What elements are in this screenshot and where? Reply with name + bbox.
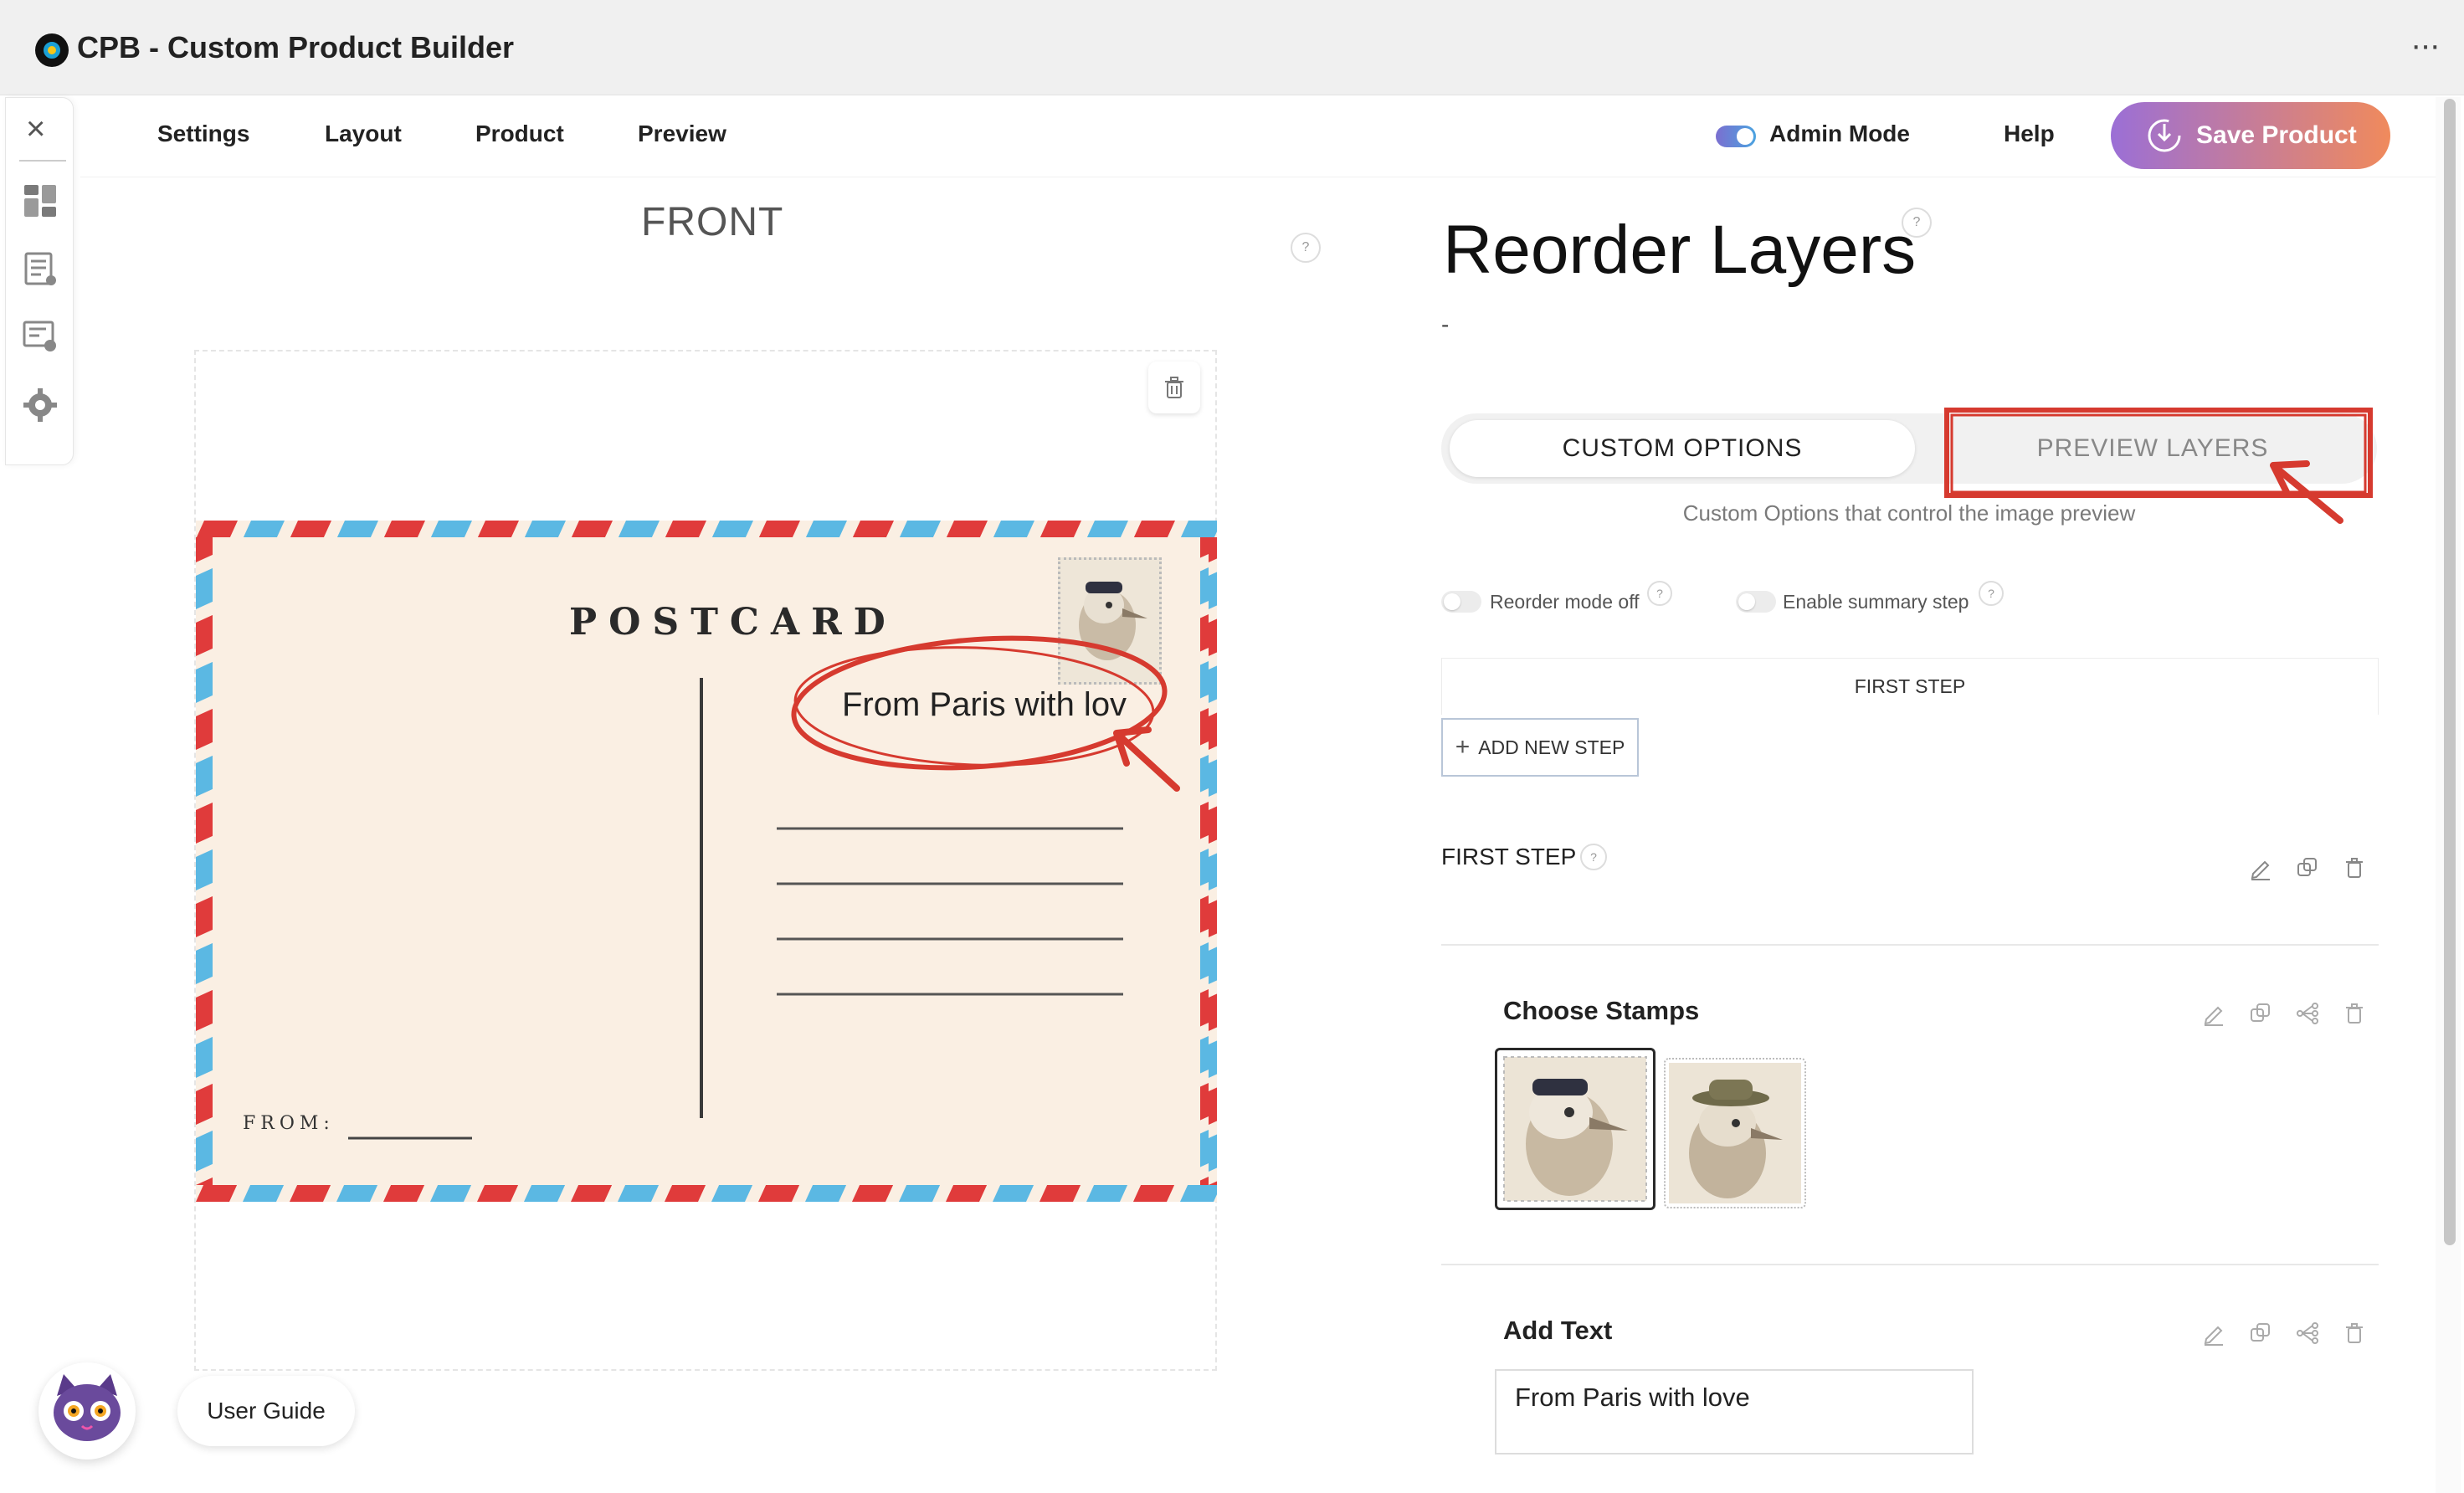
trash-icon — [1165, 377, 1183, 398]
edit-icon[interactable] — [2201, 1321, 2226, 1346]
section-divider — [1441, 944, 2379, 946]
help-icon[interactable]: ? — [1580, 844, 1607, 870]
scrollbar-thumb[interactable] — [2444, 99, 2456, 1245]
section-divider — [1441, 1264, 2379, 1265]
admin-mode-toggle[interactable] — [1716, 126, 1756, 147]
duplicate-icon[interactable] — [2248, 1321, 2273, 1346]
dashboard-icon[interactable] — [21, 182, 59, 220]
tab-custom-options[interactable]: CUSTOM OPTIONS — [1450, 420, 1915, 477]
tab-preview-layers[interactable]: PREVIEW LAYERS — [1943, 420, 2362, 477]
edit-icon[interactable] — [2201, 1001, 2226, 1026]
kookaburra-stamp-icon — [1079, 582, 1147, 660]
summary-step-label: Enable summary step — [1783, 591, 1969, 613]
kookaburra-navy-cap-stamp-icon — [1503, 1056, 1647, 1202]
preview-side-label: FRONT — [641, 200, 784, 244]
left-rail: × — [5, 97, 74, 465]
nav-layout[interactable]: Layout — [325, 121, 402, 147]
duplicate-icon[interactable] — [2248, 1001, 2273, 1026]
section-title-add-text: Add Text — [1503, 1316, 1613, 1345]
section-title-choose-stamps: Choose Stamps — [1503, 996, 1700, 1025]
top-nav: Settings Layout Product Preview Admin Mo… — [80, 97, 2437, 177]
list-settings-icon[interactable] — [21, 250, 59, 289]
step-heading: FIRST STEP — [1441, 844, 1577, 870]
postcard-title: POSTCARD — [569, 601, 897, 644]
app-title: CPB - Custom Product Builder — [77, 30, 515, 64]
nav-preview[interactable]: Preview — [638, 121, 726, 147]
tab-description: Custom Options that control the image pr… — [1682, 500, 2136, 526]
reorder-mode-label: Reorder mode off — [1490, 591, 1640, 613]
steps-tab-bar[interactable]: FIRST STEP — [1441, 658, 2379, 715]
nav-product[interactable]: Product — [475, 121, 564, 147]
app-logo-icon — [35, 33, 69, 67]
layer-tabs: CUSTOM OPTIONS PREVIEW LAYERS — [1441, 413, 2377, 484]
add-new-step-button[interactable]: + ADD NEW STEP — [1441, 718, 1639, 777]
help-icon[interactable]: ? — [1902, 208, 1932, 238]
gear-icon[interactable] — [21, 386, 59, 424]
stamp-option-1[interactable] — [1495, 1048, 1656, 1210]
title-bar: CPB - Custom Product Builder ··· — [0, 0, 2464, 95]
rail-divider — [19, 160, 66, 162]
logic-icon[interactable] — [2295, 1001, 2320, 1026]
save-product-button[interactable]: Save Product — [2111, 102, 2390, 169]
steps-tab-first[interactable]: FIRST STEP — [1855, 675, 1966, 698]
help-icon[interactable]: ? — [1291, 233, 1321, 263]
kookaburra-fedora-stamp-icon — [1669, 1063, 1801, 1203]
save-product-label: Save Product — [2196, 121, 2357, 149]
edit-icon[interactable] — [2248, 855, 2273, 880]
help-icon[interactable]: ? — [1647, 581, 1672, 606]
summary-step-toggle[interactable] — [1736, 591, 1776, 613]
app-window: CPB - Custom Product Builder ··· × Setti… — [0, 0, 2464, 1493]
plus-icon: + — [1455, 733, 1471, 761]
reorder-mode-toggle[interactable] — [1441, 591, 1481, 613]
user-guide-button[interactable]: User Guide — [177, 1376, 355, 1446]
layout-edit-icon[interactable] — [21, 317, 59, 356]
close-icon[interactable]: × — [26, 112, 45, 146]
admin-mode-label: Admin Mode — [1769, 121, 1910, 146]
trash-icon[interactable] — [2342, 855, 2367, 880]
add-text-input[interactable]: From Paris with love — [1495, 1369, 1974, 1455]
more-options-icon[interactable]: ··· — [2410, 28, 2441, 62]
nav-settings[interactable]: Settings — [157, 121, 249, 147]
panel-subtitle: - — [1441, 311, 1450, 337]
canvas-trash-button[interactable] — [1148, 362, 1200, 413]
help-icon[interactable]: ? — [1979, 581, 2004, 606]
panel-title: Reorder Layers — [1443, 212, 1917, 288]
help-link[interactable]: Help — [2004, 121, 2055, 147]
download-icon — [2148, 119, 2181, 152]
trash-icon[interactable] — [2342, 1321, 2367, 1346]
assistant-avatar[interactable] — [38, 1362, 136, 1460]
logic-icon[interactable] — [2295, 1321, 2320, 1346]
stamp-preview-image — [1058, 557, 1162, 685]
trash-icon[interactable] — [2342, 1001, 2367, 1026]
stamp-option-2[interactable] — [1664, 1058, 1806, 1208]
postcard-message-layer[interactable]: From Paris with love — [842, 686, 1127, 724]
postcard-from-label: FROM: — [243, 1113, 335, 1134]
postcard-preview: POSTCARD From Paris with love FROM: — [196, 521, 1217, 1202]
add-new-step-label: ADD NEW STEP — [1478, 736, 1625, 758]
duplicate-icon[interactable] — [2295, 855, 2320, 880]
cat-mascot-icon — [54, 1374, 121, 1441]
